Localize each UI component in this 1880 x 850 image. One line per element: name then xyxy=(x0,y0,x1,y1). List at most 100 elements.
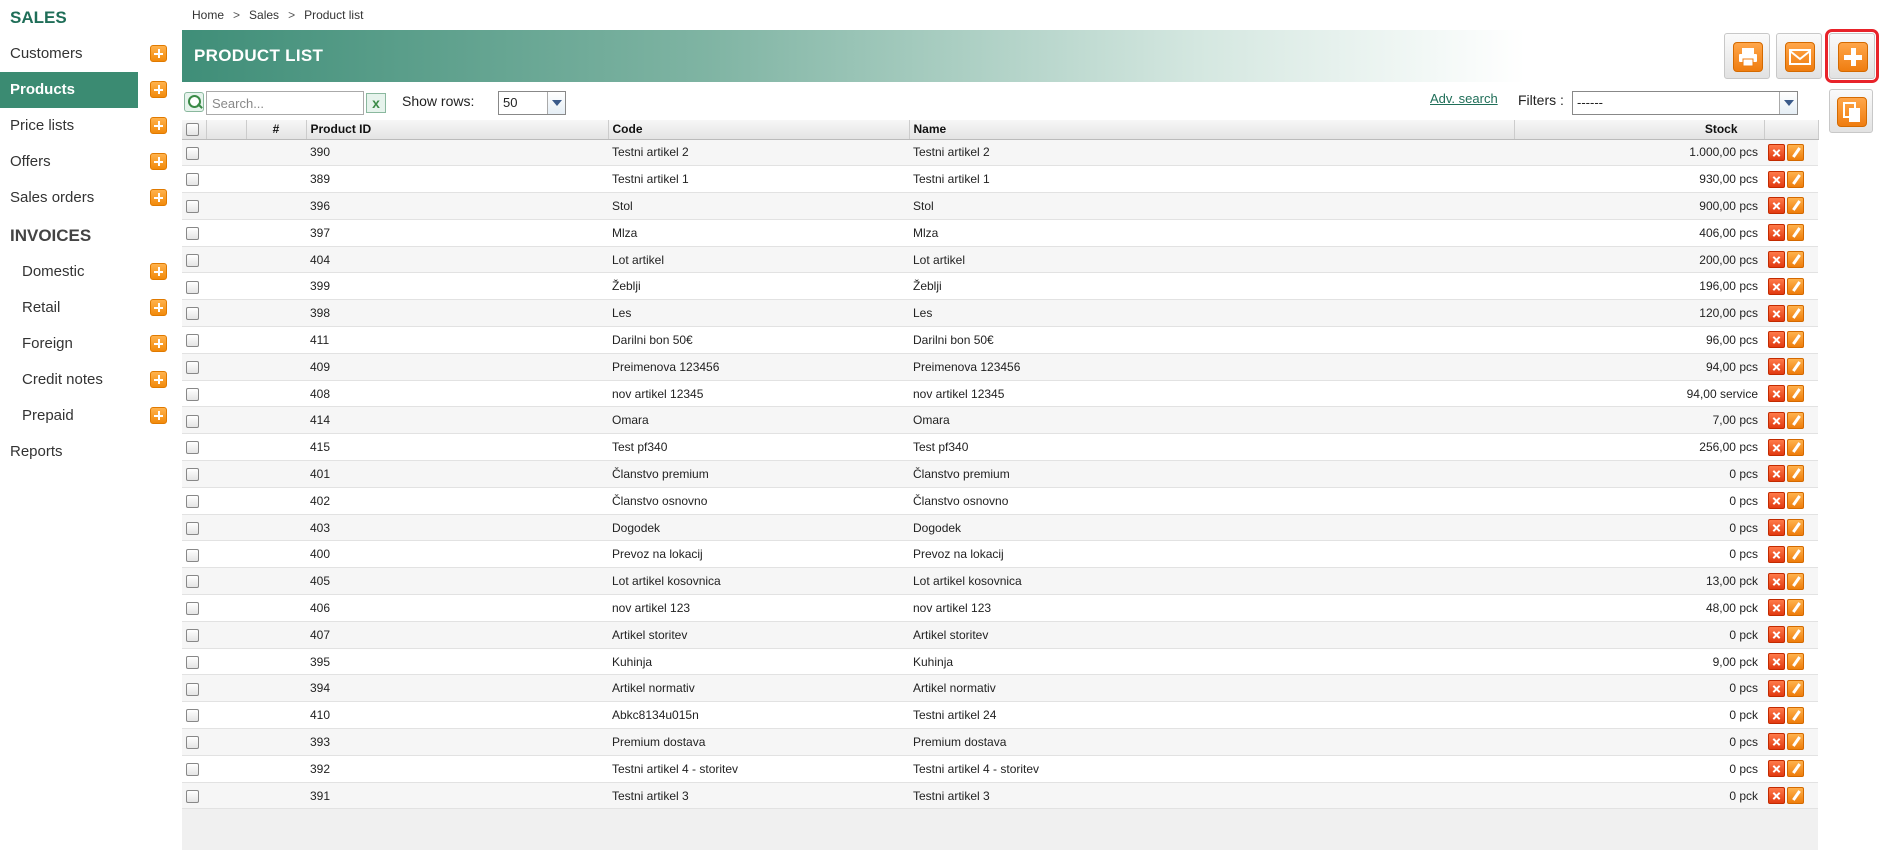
edit-icon[interactable] xyxy=(1787,465,1804,483)
sidebar-item-products[interactable]: Products xyxy=(0,72,174,108)
edit-icon[interactable] xyxy=(1787,572,1804,590)
row-checkbox[interactable] xyxy=(186,226,199,240)
row-checkbox[interactable] xyxy=(186,602,199,616)
row-select-cell[interactable] xyxy=(182,299,206,328)
column-header-product-id[interactable]: Product ID xyxy=(306,120,609,140)
row-checkbox[interactable] xyxy=(186,173,199,187)
row-checkbox[interactable] xyxy=(186,334,199,348)
row-checkbox[interactable] xyxy=(186,789,199,803)
delete-icon[interactable] xyxy=(1768,519,1785,537)
search-input[interactable] xyxy=(206,91,364,115)
delete-icon[interactable] xyxy=(1768,760,1785,778)
edit-icon[interactable] xyxy=(1787,626,1804,644)
table-row[interactable]: 400 Prevoz na lokacij Prevoz na lokacij 0 p… xyxy=(182,540,1818,569)
email-button[interactable] xyxy=(1776,33,1822,79)
add-product-plus-icon[interactable] xyxy=(150,81,167,98)
delete-icon[interactable] xyxy=(1768,358,1785,376)
sidebar-item-foreign[interactable]: Foreign xyxy=(0,326,174,362)
sidebar-item-domestic[interactable]: Domestic xyxy=(0,254,174,290)
add-domestic-plus-icon[interactable] xyxy=(150,263,167,280)
row-select-cell[interactable] xyxy=(182,406,206,435)
print-button[interactable] xyxy=(1724,33,1770,79)
table-row[interactable]: 393 Premium dostava Premium dostava 0 pcs xyxy=(182,728,1818,756)
add-foreign-plus-icon[interactable] xyxy=(150,335,167,352)
row-select-cell[interactable] xyxy=(182,380,206,408)
breadcrumb-home[interactable]: Home xyxy=(192,8,224,22)
sidebar-item-price-lists[interactable]: Price lists xyxy=(0,108,174,144)
add-retail-plus-icon[interactable] xyxy=(150,299,167,316)
delete-icon[interactable] xyxy=(1768,224,1785,242)
delete-icon[interactable] xyxy=(1768,492,1785,510)
edit-icon[interactable] xyxy=(1787,197,1804,215)
breadcrumb-sales[interactable]: Sales xyxy=(249,8,279,22)
row-select-cell[interactable] xyxy=(182,433,206,462)
row-checkbox[interactable] xyxy=(186,628,199,642)
row-select-cell[interactable] xyxy=(182,192,206,220)
edit-icon[interactable] xyxy=(1787,706,1804,724)
edit-icon[interactable] xyxy=(1787,545,1804,563)
row-checkbox[interactable] xyxy=(186,575,199,589)
select-all-checkbox[interactable] xyxy=(186,123,199,137)
column-header-name[interactable]: Name xyxy=(909,120,1515,140)
row-checkbox[interactable] xyxy=(186,682,199,696)
edit-icon[interactable] xyxy=(1787,760,1804,778)
delete-icon[interactable] xyxy=(1768,572,1785,590)
edit-icon[interactable] xyxy=(1787,358,1804,376)
delete-icon[interactable] xyxy=(1768,679,1785,697)
table-row[interactable]: 409 Preimenova 123456 Preimenova 123456 94,… xyxy=(182,353,1818,381)
delete-icon[interactable] xyxy=(1768,626,1785,644)
table-row[interactable]: 403 Dogodek Dogodek 0 pcs xyxy=(182,514,1818,542)
row-select-cell[interactable] xyxy=(182,165,206,194)
delete-icon[interactable] xyxy=(1768,277,1785,295)
delete-icon[interactable] xyxy=(1768,251,1785,269)
table-row[interactable]: 396 Stol Stol 900,00 pcs xyxy=(182,192,1818,220)
edit-icon[interactable] xyxy=(1787,519,1804,537)
edit-icon[interactable] xyxy=(1787,438,1804,456)
table-row[interactable]: 407 Artikel storitev Artikel storitev 0 pck xyxy=(182,621,1818,649)
sidebar-item-retail[interactable]: Retail xyxy=(0,290,174,326)
row-select-cell[interactable] xyxy=(182,674,206,703)
edit-icon[interactable] xyxy=(1787,599,1804,617)
table-row[interactable]: 405 Lot artikel kosovnica Lot artikel koso… xyxy=(182,567,1818,596)
row-select-cell[interactable] xyxy=(182,594,206,622)
row-select-cell[interactable] xyxy=(182,648,206,676)
row-checkbox[interactable] xyxy=(186,709,199,723)
row-select-cell[interactable] xyxy=(182,701,206,730)
row-checkbox[interactable] xyxy=(186,414,199,428)
table-row[interactable]: 410 Abkc8134u015n Testni artikel 24 0 pck xyxy=(182,701,1818,730)
row-checkbox[interactable] xyxy=(186,494,199,508)
row-select-cell[interactable] xyxy=(182,219,206,247)
row-select-cell[interactable] xyxy=(182,487,206,515)
row-select-cell[interactable] xyxy=(182,246,206,274)
edit-icon[interactable] xyxy=(1787,492,1804,510)
table-row[interactable]: 411 Darilni bon 50€ Darilni bon 50€ 96,00 p… xyxy=(182,326,1818,354)
row-select-cell[interactable] xyxy=(182,782,206,810)
column-header-code[interactable]: Code xyxy=(608,120,910,140)
copy-button[interactable] xyxy=(1829,89,1873,133)
table-row[interactable]: 401 Članstvo premium Članstvo premium 0 pcs xyxy=(182,460,1818,488)
table-row[interactable]: 402 Članstvo osnovno Članstvo osnovno 0 pcs xyxy=(182,487,1818,515)
row-checkbox[interactable] xyxy=(186,360,199,374)
edit-icon[interactable] xyxy=(1787,733,1804,751)
clear-search-icon[interactable]: x xyxy=(366,93,386,113)
row-select-cell[interactable] xyxy=(182,540,206,569)
delete-icon[interactable] xyxy=(1768,438,1785,456)
table-row[interactable]: 398 Les Les 120,00 pcs xyxy=(182,299,1818,328)
delete-icon[interactable] xyxy=(1768,733,1785,751)
table-row[interactable]: 408 nov artikel 12345 nov artikel 12345 94,… xyxy=(182,380,1818,408)
sidebar-item-sales-orders[interactable]: Sales orders xyxy=(0,180,174,216)
row-checkbox[interactable] xyxy=(186,655,199,669)
table-row[interactable]: 415 Test pf340 Test pf340 256,00 pcs xyxy=(182,433,1818,462)
edit-icon[interactable] xyxy=(1787,170,1804,188)
table-row[interactable]: 414 Omara Omara 7,00 pcs xyxy=(182,406,1818,435)
show-rows-select[interactable]: 50 xyxy=(498,91,566,115)
delete-icon[interactable] xyxy=(1768,385,1785,403)
delete-icon[interactable] xyxy=(1768,197,1785,215)
row-select-cell[interactable] xyxy=(182,326,206,354)
row-select-cell[interactable] xyxy=(182,755,206,783)
delete-icon[interactable] xyxy=(1768,143,1785,161)
column-header-stock[interactable]: Stock xyxy=(1514,120,1765,140)
delete-icon[interactable] xyxy=(1768,304,1785,322)
edit-icon[interactable] xyxy=(1787,331,1804,349)
row-select-cell[interactable] xyxy=(182,272,206,301)
